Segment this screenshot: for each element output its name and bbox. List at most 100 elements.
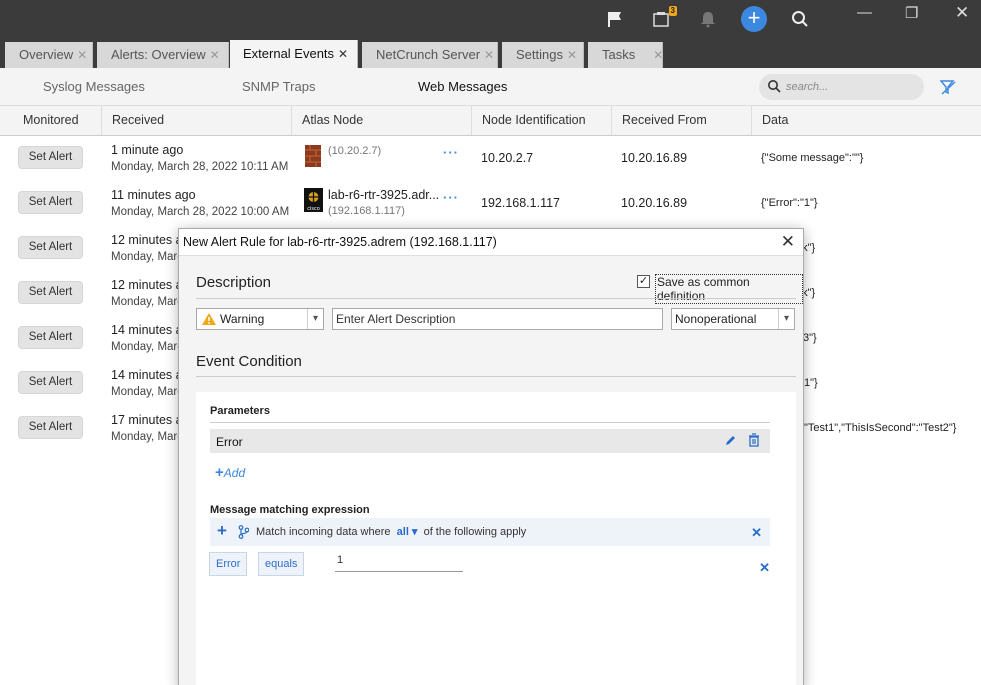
received-date: Monday, Marc [111,296,184,308]
minimize-icon[interactable]: — [857,4,872,21]
node-ip: (10.20.2.7) [328,145,382,157]
received-date: Monday, March 28, 2022 10:11 AM [111,161,289,173]
match-quantifier-select[interactable]: all ▾ [397,526,418,538]
set-alert-button[interactable]: Set Alert [18,236,83,259]
table-row[interactable]: Set Alert 1 minute ago Monday, March 28,… [0,137,981,182]
close-tab-icon[interactable]: ✕ [338,47,348,61]
state-select[interactable]: Nonoperational ▾ [671,308,795,330]
close-tab-icon[interactable]: ✕ [484,48,494,62]
add-condition-icon[interactable]: + [217,521,227,541]
col-data[interactable]: Data [751,106,981,135]
tab-settings[interactable]: Settings ✕ [502,42,584,68]
trash-icon[interactable] [748,433,760,447]
filter-off-icon[interactable] [940,80,956,95]
set-alert-button[interactable]: Set Alert [18,281,83,304]
search-icon[interactable] [789,8,811,30]
divider [210,422,770,423]
add-icon[interactable]: + [741,6,767,32]
tab-netcrunch-server[interactable]: NetCrunch Server ✕ [362,42,498,68]
event-condition-heading: Event Condition [196,353,302,370]
edit-icon[interactable] [724,434,737,447]
subnav: Syslog Messages SNMP Traps Web Messages … [0,68,981,106]
svg-text:cisco: cisco [307,206,320,212]
received-ago: 12 minutes a [111,278,183,292]
tab-alerts-overview[interactable]: Alerts: Overview ✕ [97,42,229,68]
restore-icon[interactable]: ❐ [905,4,918,22]
divider [196,376,796,377]
received-ago: 12 minutes a [111,233,183,247]
search-input[interactable]: search... [759,74,924,100]
add-parameter-link[interactable]: +Add [215,464,245,481]
col-received-from[interactable]: Received From [611,106,751,135]
match-sentence: Match incoming data where all ▾ of the f… [256,526,527,538]
condition-value-input[interactable]: 1 [335,552,463,572]
condition-operator[interactable]: equals [258,552,305,576]
description-input[interactable]: Enter Alert Description [332,308,663,330]
dialog-title: New Alert Rule for lab-r6-rtr-3925.adrem… [183,235,497,249]
save-common-checkbox[interactable]: ✓ [637,275,650,288]
col-atlas-node[interactable]: Atlas Node [291,106,471,135]
col-monitored[interactable]: Monitored [13,106,101,135]
set-alert-button[interactable]: Set Alert [18,146,83,169]
received-date: Monday, Marc [111,386,184,398]
tab-external-events[interactable]: External Events ✕ [230,40,358,68]
save-common-label[interactable]: Save as common definition [655,274,803,304]
received-date: Monday, March 28, 2022 10:00 AM [111,206,290,218]
flag-icon[interactable] [604,8,626,30]
table-row[interactable]: Set Alert 11 minutes ago Monday, March 2… [0,182,981,227]
search-placeholder: search... [786,81,829,93]
set-alert-button[interactable]: Set Alert [18,416,83,439]
remove-condition-icon[interactable]: ✕ [759,560,770,576]
bell-icon[interactable] [697,8,719,30]
node-name: lab-r6-rtr-3925.adr... [328,188,440,202]
subtab-web-messages[interactable]: Web Messages [418,79,507,94]
close-tab-icon[interactable]: ✕ [567,48,577,62]
node-menu-icon[interactable]: ··· [443,145,459,160]
received-ago: 14 minutes a [111,323,183,337]
description-placeholder: Enter Alert Description [336,312,456,326]
parameters-label: Parameters [210,405,270,417]
node-identification: 192.168.1.117 [481,196,561,210]
received-from: 10.20.16.89 [621,151,688,165]
received-ago: 11 minutes ago [111,188,196,202]
description-heading: Description [196,274,272,291]
severity-select[interactable]: Warning ▾ [196,308,324,330]
remove-group-icon[interactable]: ✕ [751,525,762,541]
close-tab-icon[interactable]: ✕ [77,48,87,62]
close-tab-icon[interactable]: ✕ [210,48,220,62]
node-menu-icon[interactable]: ··· [443,190,459,205]
search-icon [768,80,781,93]
chevron-down-icon: ▾ [307,309,323,329]
condition-field[interactable]: Error [209,552,248,576]
close-icon[interactable]: ✕ [781,232,795,252]
received-ago: 14 minutes a [111,368,183,382]
set-alert-button[interactable]: Set Alert [18,326,83,349]
col-received[interactable]: Received [101,106,291,135]
notifications-icon[interactable]: 3 [650,6,677,30]
node-identification: 10.20.2.7 [481,151,534,165]
set-alert-button[interactable]: Set Alert [18,191,83,214]
subtab-snmp-traps[interactable]: SNMP Traps [242,79,315,94]
severity-value: Warning [220,312,265,326]
data-value: 3"} [803,332,817,344]
col-node-identification[interactable]: Node Identification [471,106,611,135]
event-condition-panel: Parameters Error +Add Message matching e… [196,392,796,685]
parameter-row[interactable]: Error [210,429,770,453]
data-value: 1"} [804,377,818,389]
close-window-icon[interactable]: ✕ [955,3,969,23]
branch-icon [238,525,249,539]
tab-tasks[interactable]: Tasks ✕ [588,42,663,68]
received-from: 10.20.16.89 [621,196,688,210]
close-tab-icon[interactable]: ✕ [653,48,663,62]
data-value: {"Some message":""} [761,152,864,164]
notification-count-badge: 3 [668,6,677,16]
received-date: Monday, Marc [111,431,184,443]
subtab-syslog[interactable]: Syslog Messages [43,79,145,94]
tab-bar: Overview ✕ Alerts: Overview ✕ External Eve… [0,38,981,68]
tab-overview[interactable]: Overview ✕ [5,42,93,68]
warning-icon [202,313,216,325]
match-group-row: + Match incoming data where all ▾ of the… [210,518,770,546]
divider [196,298,796,299]
set-alert-button[interactable]: Set Alert [18,371,83,394]
grid-header: Monitored Received Atlas Node Node Ident… [0,106,981,136]
